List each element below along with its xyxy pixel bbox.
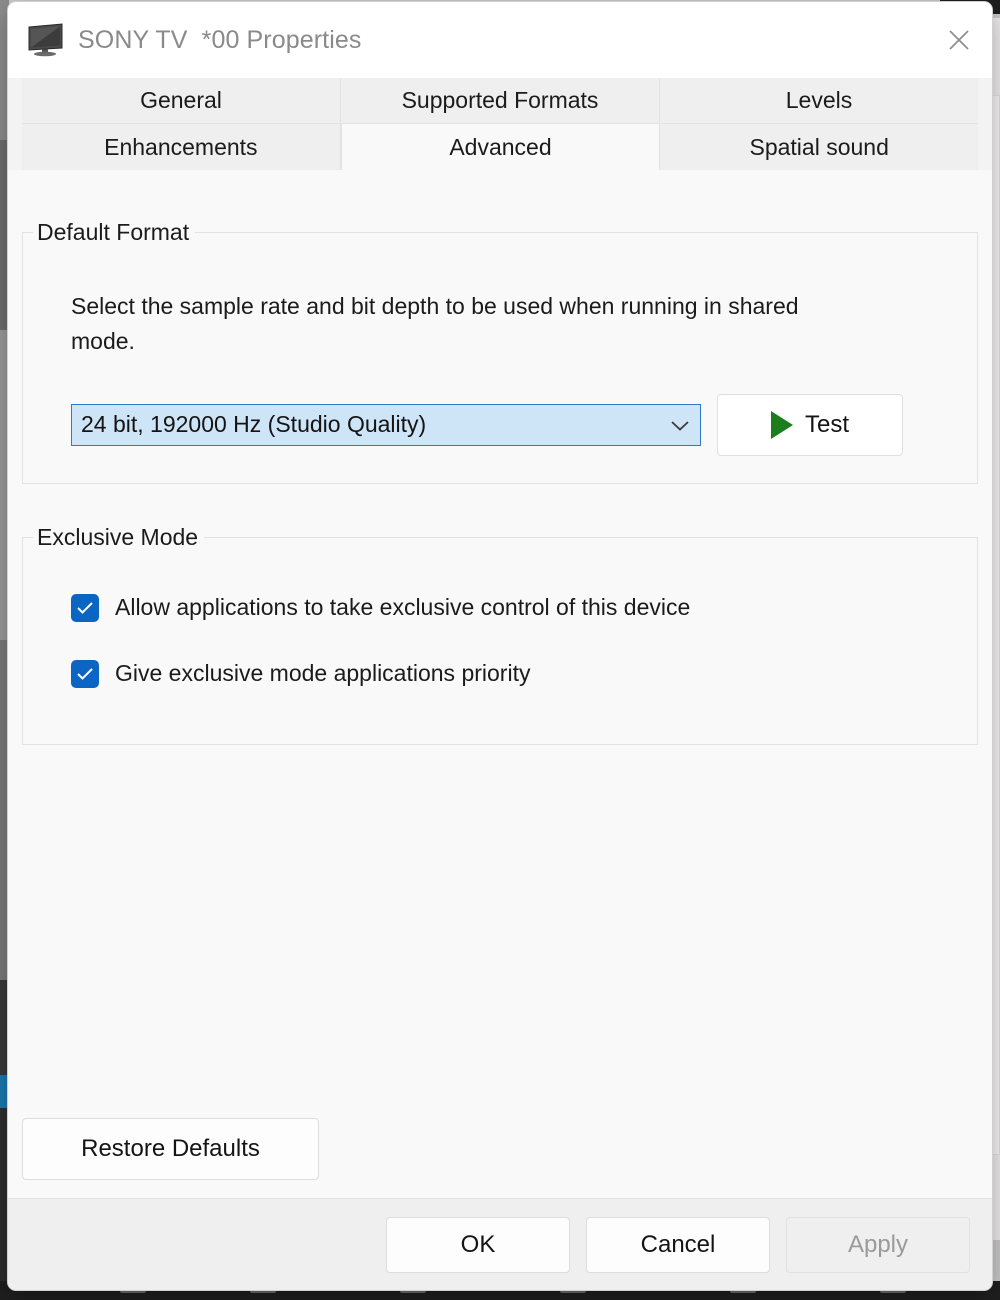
checkbox-label-exclusive-priority: Give exclusive mode applications priorit… — [115, 660, 531, 687]
tab-row-2: Enhancements Advanced Spatial sound — [22, 124, 979, 170]
titlebar: SONY TV *00 Properties — [8, 2, 992, 78]
exclusive-mode-legend: Exclusive Mode — [33, 524, 205, 551]
close-icon[interactable] — [926, 2, 992, 78]
properties-dialog: SONY TV *00 Properties General Supported… — [8, 2, 992, 1290]
checkbox-row-exclusive-control[interactable]: Allow applications to take exclusive con… — [71, 593, 965, 622]
exclusive-mode-group: Exclusive Mode Allow applications to tak… — [22, 524, 978, 745]
restore-defaults-button[interactable]: Restore Defaults — [22, 1118, 319, 1180]
dialog-footer: OK Cancel Apply — [8, 1198, 992, 1290]
chevron-down-icon — [670, 411, 690, 438]
default-format-value: 24 bit, 192000 Hz (Studio Quality) — [81, 411, 427, 438]
checkbox-exclusive-control[interactable] — [71, 593, 99, 622]
tab-levels[interactable]: Levels — [660, 78, 978, 124]
restore-defaults-wrap: Restore Defaults — [22, 1118, 319, 1180]
checkbox-row-exclusive-priority[interactable]: Give exclusive mode applications priorit… — [71, 659, 965, 688]
default-format-dropdown[interactable]: 24 bit, 192000 Hz (Studio Quality) — [71, 403, 701, 446]
tab-spatial-sound[interactable]: Spatial sound — [660, 124, 979, 170]
tv-icon — [26, 23, 68, 57]
default-format-legend: Default Format — [33, 219, 196, 246]
checkbox-label-exclusive-control: Allow applications to take exclusive con… — [115, 594, 691, 621]
play-icon — [770, 410, 793, 439]
tab-advanced[interactable]: Advanced — [340, 124, 661, 170]
default-format-group: Default Format Select the sample rate an… — [22, 219, 978, 484]
cancel-button[interactable]: Cancel — [586, 1216, 770, 1273]
tab-content-advanced: Default Format Select the sample rate an… — [8, 170, 992, 1198]
tab-strip: General Supported Formats Levels Enhance… — [22, 78, 979, 170]
test-button[interactable]: Test — [717, 393, 903, 456]
default-format-description: Select the sample rate and bit depth to … — [71, 292, 799, 355]
tab-row-1: General Supported Formats Levels — [22, 78, 978, 124]
test-button-label: Test — [804, 410, 849, 438]
ok-button[interactable]: OK — [386, 1216, 570, 1273]
format-selector-row: 24 bit, 192000 Hz (Studio Quality) Test — [71, 393, 965, 456]
checkbox-exclusive-priority[interactable] — [71, 659, 99, 688]
apply-button: Apply — [786, 1216, 970, 1273]
tab-supported-formats[interactable]: Supported Formats — [341, 78, 660, 124]
tab-general[interactable]: General — [22, 78, 341, 124]
window-title: SONY TV *00 Properties — [78, 25, 362, 54]
tab-enhancements[interactable]: Enhancements — [22, 124, 341, 170]
